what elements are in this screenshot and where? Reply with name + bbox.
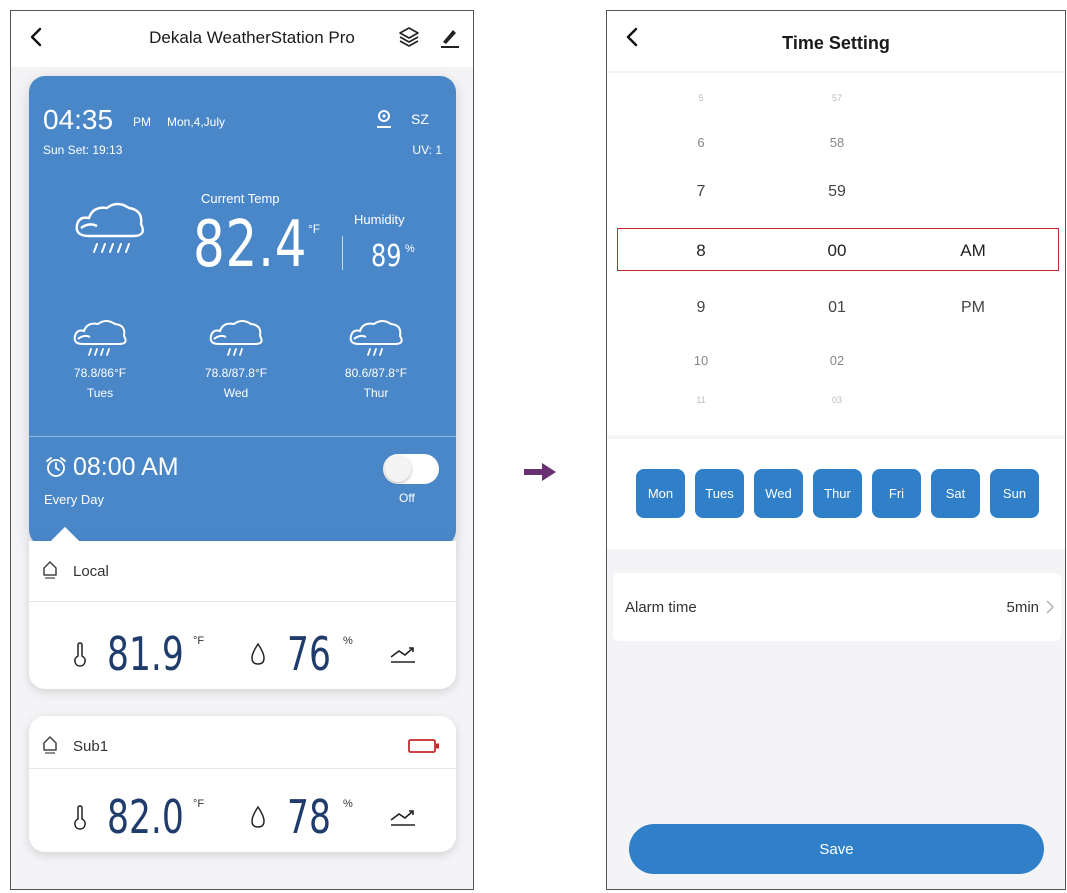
- time-picker[interactable]: 5 6 7 8 9 10 11 57 58 59 00 01 02 03 AM …: [607, 73, 1065, 435]
- alarm-time-label: Alarm time: [625, 599, 697, 616]
- sensor-name: Local: [73, 563, 109, 580]
- current-date: Mon,4,July: [167, 115, 226, 129]
- current-temp-label: Current Temp: [201, 191, 280, 206]
- alarm-repeat: Every Day: [44, 492, 104, 507]
- uv-index: UV: 1: [412, 143, 442, 157]
- sensor-divider: [29, 601, 456, 602]
- current-temp-unit: °F: [308, 222, 321, 236]
- cloud-rain-icon: [75, 202, 144, 253]
- time-setting-screen: Time Setting 5 6 7 8 9 10 11 57 58 59 00…: [606, 10, 1066, 890]
- humidity-label: Humidity: [354, 212, 405, 227]
- alarm-toggle[interactable]: [383, 454, 439, 484]
- trend-chart-icon[interactable]: [389, 808, 417, 828]
- day-button-sat[interactable]: Sat: [931, 469, 980, 518]
- save-button[interactable]: Save: [629, 824, 1044, 874]
- time-setting-header: Time Setting: [607, 11, 1065, 71]
- sensor-card-local[interactable]: Local 81.9 °F 76 %: [29, 526, 456, 689]
- current-time: 04:35: [43, 104, 114, 135]
- picker-hour[interactable]: 10: [671, 353, 731, 368]
- toggle-knob: [385, 456, 411, 482]
- weather-card[interactable]: 04:35 PM Mon,4,July Sun Set: 19:13 SZ UV…: [29, 76, 456, 546]
- alarm-time-row[interactable]: Alarm time 5min: [613, 573, 1061, 641]
- sensor-temp-unit: °F: [193, 798, 205, 810]
- alarm-clock-icon: [46, 457, 66, 477]
- picker-hour[interactable]: 5: [671, 93, 731, 103]
- cloud-rain-icon: [73, 320, 127, 356]
- repeat-days: Mon Tues Wed Thur Fri Sat Sun: [607, 439, 1065, 549]
- thermometer-icon: [74, 642, 86, 667]
- sensor-name: Sub1: [73, 738, 109, 755]
- picker-minute[interactable]: 01: [807, 299, 867, 317]
- humidity-drop-icon: [251, 642, 265, 665]
- thermometer-icon: [74, 805, 86, 830]
- day-button-thur[interactable]: Thur: [813, 469, 862, 518]
- humidity-value: 89: [371, 239, 402, 274]
- sensor-temp-unit: °F: [193, 635, 205, 647]
- day-button-wed[interactable]: Wed: [754, 469, 803, 518]
- forecast-range: 78.8/87.8°F: [204, 366, 268, 380]
- forecast-range: 80.6/87.8°F: [344, 366, 408, 380]
- arrow-right-icon: [524, 463, 556, 481]
- current-temp-value: 82.4: [193, 208, 308, 282]
- alarm-time-value: 5min: [1006, 599, 1039, 616]
- picker-hour[interactable]: 6: [671, 135, 731, 150]
- sensor-divider: [29, 768, 456, 769]
- location-name: SZ: [411, 111, 429, 127]
- current-ampm: PM: [133, 115, 151, 129]
- humidity-drop-icon: [251, 805, 265, 828]
- day-button-sun[interactable]: Sun: [990, 469, 1039, 518]
- picker-minute[interactable]: 57: [807, 93, 867, 103]
- forecast-day-1: 78.8/86°F Tues: [45, 316, 155, 400]
- forecast-day-label: Thur: [363, 386, 389, 400]
- sensor-temp: 81.9: [107, 627, 184, 681]
- humidity-unit: %: [405, 243, 415, 255]
- cloud-rain-icon: [209, 320, 263, 356]
- layers-icon[interactable]: [397, 25, 421, 49]
- forecast-day-3: 80.6/87.8°F Thur: [321, 316, 431, 400]
- picker-selection-highlight: [617, 228, 1059, 271]
- picker-hour[interactable]: 7: [671, 183, 731, 201]
- forecast-day-label: Wed: [223, 386, 249, 400]
- picker-hour[interactable]: 9: [671, 299, 731, 317]
- sensor-humidity: 78: [287, 790, 331, 844]
- picker-minute[interactable]: 59: [807, 183, 867, 201]
- picker-minute[interactable]: 58: [807, 135, 867, 150]
- forecast-day-label: Tues: [86, 386, 114, 400]
- picker-ampm[interactable]: PM: [943, 299, 1003, 317]
- sensor-humidity-unit: %: [343, 798, 353, 810]
- day-button-mon[interactable]: Mon: [636, 469, 685, 518]
- sensor-humidity: 76: [287, 627, 331, 681]
- day-button-tues[interactable]: Tues: [695, 469, 744, 518]
- forecast-range: 78.8/86°F: [73, 366, 127, 380]
- alarm-time[interactable]: 08:00 AM: [73, 453, 179, 482]
- picker-minute[interactable]: 02: [807, 353, 867, 368]
- cloud-rain-icon: [349, 320, 403, 356]
- sensor-humidity-unit: %: [343, 635, 353, 647]
- temp-humidity-divider: [342, 236, 343, 270]
- trend-chart-icon[interactable]: [389, 645, 417, 665]
- house-sensor-icon: [43, 561, 57, 579]
- sunset-time: Sun Set: 19:13: [43, 143, 123, 157]
- location-pin-icon: [377, 110, 391, 128]
- sensor-temp: 82.0: [107, 790, 184, 844]
- picker-hour[interactable]: 11: [671, 395, 731, 405]
- chevron-right-icon: [1046, 600, 1055, 614]
- day-button-fri[interactable]: Fri: [872, 469, 921, 518]
- alarm-state-label: Off: [399, 491, 415, 505]
- forecast-day-2: 78.8/87.8°F Wed: [181, 316, 291, 400]
- battery-low-icon: [408, 739, 439, 753]
- pencil-icon[interactable]: [438, 25, 462, 49]
- house-sensor-icon: [43, 736, 57, 754]
- screen-title: Time Setting: [782, 33, 890, 53]
- sensor-card-sub1[interactable]: Sub1 82.0 °F 78 %: [29, 716, 456, 852]
- picker-minute[interactable]: 03: [807, 395, 867, 405]
- weather-station-screen: Dekala WeatherStation Pro 04:35 PM Mon,4…: [10, 10, 474, 890]
- app-header: Dekala WeatherStation Pro: [11, 11, 473, 67]
- weather-alarm-separator: [29, 436, 456, 437]
